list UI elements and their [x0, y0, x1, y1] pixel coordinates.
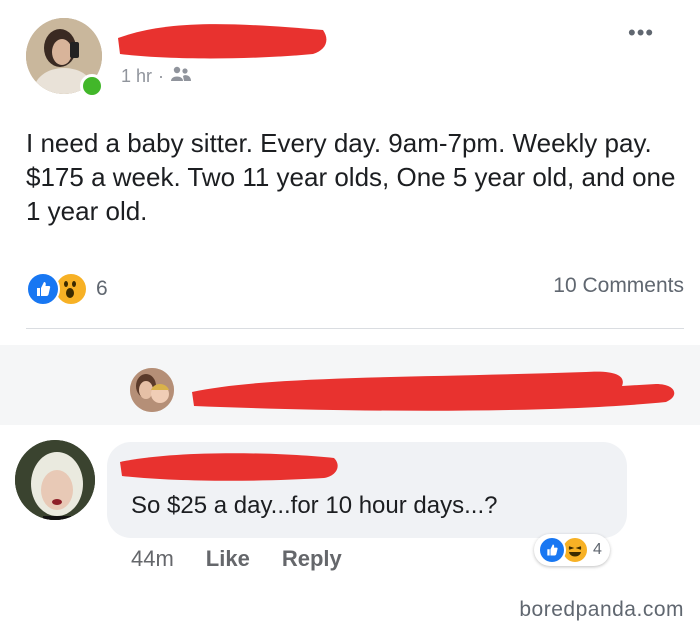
comments-count-link[interactable]: 10 Comments — [553, 274, 684, 298]
commenter-avatar[interactable] — [15, 440, 95, 520]
comment-reaction-count: 4 — [593, 541, 602, 558]
comment-actions: 44m Like Reply — [131, 546, 342, 572]
post-reactions[interactable]: 6 — [26, 272, 108, 306]
meta-dot: · — [158, 66, 165, 86]
like-reaction-icon — [26, 272, 60, 306]
comment-reactions[interactable]: 4 — [534, 534, 610, 566]
comment-like-button[interactable]: Like — [206, 546, 250, 572]
comment-reply-button[interactable]: Reply — [282, 546, 342, 572]
reaction-count: 6 — [96, 277, 108, 300]
friends-icon[interactable] — [170, 66, 192, 87]
post-text: I need a baby sitter. Every day. 9am-7pm… — [26, 128, 676, 226]
commenter-group-avatar[interactable] — [130, 368, 174, 412]
like-reaction-icon — [538, 536, 566, 564]
watermark: boredpanda.com — [519, 598, 684, 621]
name-redaction — [118, 24, 327, 59]
post-divider — [26, 328, 684, 329]
name-redaction — [192, 371, 675, 411]
post-meta: 1 hr · — [121, 66, 192, 87]
name-redaction — [120, 453, 338, 481]
online-status-dot — [80, 74, 104, 98]
comment-text: So $25 a day...for 10 hour days...? — [131, 492, 498, 519]
comment-time[interactable]: 44m — [131, 546, 174, 572]
more-options-icon[interactable]: ••• — [628, 20, 654, 46]
post-time[interactable]: 1 hr — [121, 66, 152, 87]
